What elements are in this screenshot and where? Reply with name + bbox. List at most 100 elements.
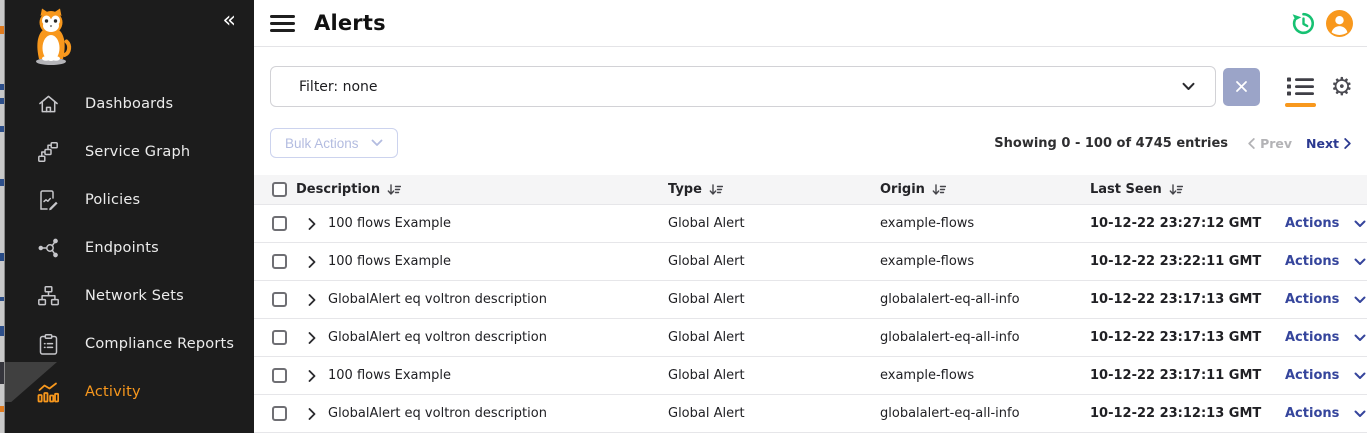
row-actions-dropdown[interactable]: Actions	[1285, 254, 1366, 269]
sidebar-item-label: Activity	[85, 384, 141, 400]
next-label: Next	[1306, 136, 1339, 151]
history-icon[interactable]	[1290, 10, 1317, 37]
expand-row-icon[interactable]	[308, 370, 316, 382]
table-row: 100 flows Example Global Alert example-f…	[254, 205, 1367, 243]
table-header-row: Description Type Origin Last Seen	[254, 175, 1367, 205]
row-description: GlobalAlert eq voltron description	[328, 330, 547, 345]
row-actions-dropdown[interactable]: Actions	[1285, 406, 1366, 421]
sidebar-item-endpoints[interactable]: Endpoints	[5, 224, 254, 272]
header-actions	[1290, 10, 1353, 37]
expand-row-icon[interactable]	[308, 294, 316, 306]
activity-icon	[37, 381, 59, 403]
row-last-seen: 10-12-22 23:17:13 GMT	[1090, 292, 1285, 307]
edge-tick	[0, 84, 4, 90]
page-title: Alerts	[314, 11, 386, 35]
sidebar-item-dashboards[interactable]: Dashboards	[5, 80, 254, 128]
sidebar-item-service-graph[interactable]: Service Graph	[5, 128, 254, 176]
chevron-down-icon	[1354, 410, 1366, 418]
bulk-actions-button[interactable]: Bulk Actions	[270, 128, 398, 158]
calico-cat-logo	[28, 8, 74, 66]
expand-row-icon[interactable]	[308, 408, 316, 420]
row-actions-dropdown[interactable]: Actions	[1285, 216, 1366, 231]
home-icon	[37, 93, 59, 115]
row-description-cell: GlobalAlert eq voltron description	[296, 406, 668, 421]
select-all-checkbox[interactable]	[272, 182, 287, 197]
column-header-origin[interactable]: Origin	[880, 182, 1090, 197]
sidebar-item-partial[interactable]	[5, 416, 254, 426]
user-avatar-icon[interactable]	[1326, 10, 1353, 37]
sort-icon	[1169, 184, 1183, 196]
expand-row-icon[interactable]	[308, 218, 316, 230]
showing-entries-text: Showing 0 - 100 of 4745 entries	[994, 136, 1228, 151]
partial-item-icon	[37, 420, 59, 426]
row-type: Global Alert	[668, 406, 880, 421]
list-view-toggle[interactable]	[1287, 66, 1314, 107]
edge-tick	[0, 326, 4, 336]
actions-label: Actions	[1285, 330, 1339, 345]
table-row: GlobalAlert eq voltron description Globa…	[254, 281, 1367, 319]
row-description: 100 flows Example	[328, 254, 451, 269]
table-row: GlobalAlert eq voltron description Globa…	[254, 395, 1367, 433]
sidebar-item-label: Network Sets	[85, 288, 184, 304]
sidebar-item-compliance-reports[interactable]: Compliance Reports	[5, 320, 254, 368]
row-description: 100 flows Example	[328, 216, 451, 231]
column-header-last-seen[interactable]: Last Seen	[1090, 182, 1285, 197]
actions-label: Actions	[1285, 216, 1339, 231]
service-graph-icon	[37, 141, 59, 163]
row-type: Global Alert	[668, 216, 880, 231]
clear-filter-button[interactable]	[1223, 68, 1260, 106]
row-description: GlobalAlert eq voltron description	[328, 406, 547, 421]
row-last-seen: 10-12-22 23:27:12 GMT	[1090, 216, 1285, 231]
edge-tick	[0, 362, 4, 384]
chevron-down-icon	[1354, 296, 1366, 304]
row-description-cell: 100 flows Example	[296, 216, 668, 231]
filter-value: Filter: none	[299, 79, 378, 95]
sidebar-item-activity[interactable]: Activity	[5, 368, 254, 416]
row-last-seen: 10-12-22 23:12:13 GMT	[1090, 406, 1285, 421]
column-header-description[interactable]: Description	[296, 182, 668, 197]
actions-label: Actions	[1285, 406, 1339, 421]
sidebar-item-network-sets[interactable]: Network Sets	[5, 272, 254, 320]
next-chevron-icon	[1344, 138, 1351, 149]
gear-icon[interactable]: ⚙	[1331, 74, 1353, 99]
row-type: Global Alert	[668, 254, 880, 269]
row-checkbox[interactable]	[272, 254, 287, 269]
next-page-button[interactable]: Next	[1306, 136, 1351, 151]
row-checkbox[interactable]	[272, 406, 287, 421]
row-actions-dropdown[interactable]: Actions	[1285, 368, 1366, 383]
menu-icon[interactable]	[270, 15, 295, 32]
row-last-seen: 10-12-22 23:17:11 GMT	[1090, 368, 1285, 383]
row-actions-dropdown[interactable]: Actions	[1285, 292, 1366, 307]
filter-select[interactable]: Filter: none	[270, 66, 1216, 107]
row-type: Global Alert	[668, 368, 880, 383]
prev-page-button[interactable]: Prev	[1248, 136, 1292, 151]
expand-row-icon[interactable]	[308, 332, 316, 344]
compliance-reports-icon	[37, 333, 59, 355]
row-checkbox[interactable]	[272, 216, 287, 231]
sidebar-item-policies[interactable]: Policies	[5, 176, 254, 224]
row-description-cell: 100 flows Example	[296, 254, 668, 269]
prev-chevron-icon	[1248, 138, 1255, 149]
table-row: GlobalAlert eq voltron description Globa…	[254, 319, 1367, 357]
edge-tick	[0, 297, 4, 301]
alerts-table: Description Type Origin Last Seen	[254, 175, 1367, 433]
sort-icon	[932, 184, 946, 196]
column-header-type[interactable]: Type	[668, 182, 880, 197]
row-checkbox[interactable]	[272, 292, 287, 307]
actions-label: Actions	[1285, 368, 1339, 383]
row-actions-dropdown[interactable]: Actions	[1285, 330, 1366, 345]
edge-tick	[0, 126, 4, 132]
network-sets-icon	[37, 285, 59, 307]
row-checkbox[interactable]	[272, 330, 287, 345]
sort-icon	[709, 184, 723, 196]
expand-row-icon[interactable]	[308, 256, 316, 268]
sidebar-item-label: Endpoints	[85, 240, 159, 256]
row-type: Global Alert	[668, 330, 880, 345]
row-checkbox[interactable]	[272, 368, 287, 383]
row-description: GlobalAlert eq voltron description	[328, 292, 547, 307]
list-view-icon	[1287, 76, 1314, 97]
sidebar-collapse-icon[interactable]: «	[223, 10, 236, 32]
clear-x-icon	[1235, 80, 1248, 93]
active-view-underline	[1285, 103, 1316, 107]
sidebar: « Dashboards Service Graph Policies	[5, 0, 254, 433]
